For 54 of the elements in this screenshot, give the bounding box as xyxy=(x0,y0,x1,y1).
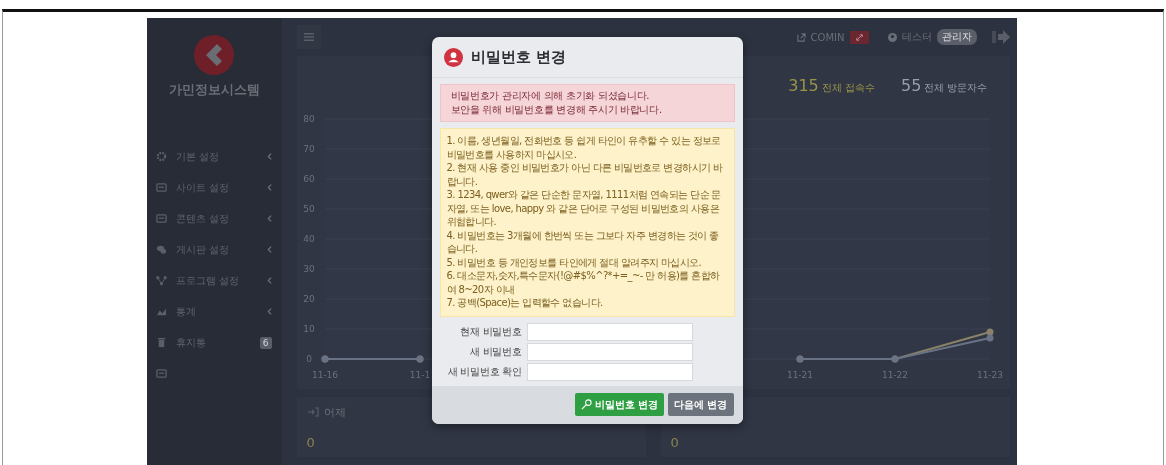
later-button[interactable]: 다음에 변경 xyxy=(668,393,734,416)
stat-label: 전체 접속수 xyxy=(821,81,875,95)
field-label: 새 비밀번호 xyxy=(469,344,522,359)
axis-label: 11-22 xyxy=(881,370,908,380)
alert-text: 비밀번호가 관리자에 의해 초기화 되셨습니다. xyxy=(450,89,651,103)
login-icon xyxy=(306,407,319,417)
field-label: 현재 비밀번호 xyxy=(459,324,522,339)
count-badge: 6 xyxy=(259,336,272,349)
axis-tick: 30 xyxy=(302,264,315,274)
logout-icon[interactable] xyxy=(991,30,1010,44)
summary-value: 0 xyxy=(670,435,680,450)
password-field[interactable] xyxy=(526,322,693,341)
field-label: 새 비밀번호 확인 xyxy=(446,364,522,379)
logo-icon xyxy=(194,35,234,75)
chat-icon xyxy=(155,244,167,255)
axis-label: 11-21 xyxy=(786,370,813,380)
chart-icon xyxy=(155,306,167,317)
stat-value: 315 xyxy=(788,76,819,95)
stat-label: 전체 방문자수 xyxy=(924,81,988,95)
summary-value: 0 xyxy=(306,435,316,450)
change-password-button[interactable]: 비밀번호 변경 xyxy=(574,393,664,416)
rule-text: 5. 비밀번호 등 개인정보를 타인에게 절대 알려주지 마십시오. xyxy=(446,255,703,269)
axis-label: 11-1 xyxy=(409,370,430,380)
stat-value: 55 xyxy=(900,76,922,95)
rule-text: 3. 1234, qwer와 같은 단순한 문자열, 1111처럼 연속되는 단순 문자열, 또는 love, happy 와 같은 단어로 구성된 비밀번호의 사용은 위험합니다. xyxy=(446,188,722,229)
site-title: 가민정보시스템 xyxy=(168,81,260,99)
axis-tick: 60 xyxy=(302,174,315,184)
password-field[interactable] xyxy=(526,342,693,361)
site-link[interactable]: COMIN xyxy=(810,31,845,43)
rule-text: 2. 현재 사용 중인 비밀번호가 아닌 다른 비밀번호로 변경하시기 바랍니다. xyxy=(446,161,724,188)
axis-label: 11-23 xyxy=(976,370,1003,380)
rule-text: 1. 이름, 생년월일, 전화번호 등 쉽게 타인이 유추할 수 있는 정보로 비밀번호를 사용하지 마십시오. xyxy=(446,134,722,161)
user-icon xyxy=(443,47,463,67)
link-button[interactable] xyxy=(849,30,869,44)
link-icon xyxy=(854,32,864,42)
rule-text: 6. 대소문자,숫자,특수문자(!@#$%^?*+=_~- 만 허용)를 혼합하여 8~20자 이내 xyxy=(446,269,721,296)
axis-tick: 10 xyxy=(302,324,315,334)
axis-label: 11-16 xyxy=(311,370,338,380)
role-badge: 관리자 xyxy=(936,29,977,45)
alert-text: 보안을 위해 비밀번호를 변경해 주시기 바랍니다. xyxy=(450,103,663,117)
axis-tick: 50 xyxy=(302,204,315,214)
dialog-title: 비밀번호 변경 xyxy=(470,47,566,67)
menu-toggle-button[interactable] xyxy=(296,25,321,49)
rule-text: 7. 공백(Space)는 입력할수 없습니다. xyxy=(446,296,604,310)
password-field[interactable] xyxy=(526,362,693,381)
axis-tick: 70 xyxy=(302,144,315,154)
external-link-icon xyxy=(796,32,806,42)
network-icon xyxy=(155,275,167,286)
user-icon xyxy=(887,32,897,42)
axis-tick: 20 xyxy=(302,294,315,304)
trash-icon xyxy=(155,337,167,348)
window-icon xyxy=(155,182,167,193)
rule-text: 4. 비밀번호는 3개월에 한번씩 또는 그보다 자주 변경하는 것이 좋습니다. xyxy=(446,228,720,256)
list-icon xyxy=(303,32,314,42)
